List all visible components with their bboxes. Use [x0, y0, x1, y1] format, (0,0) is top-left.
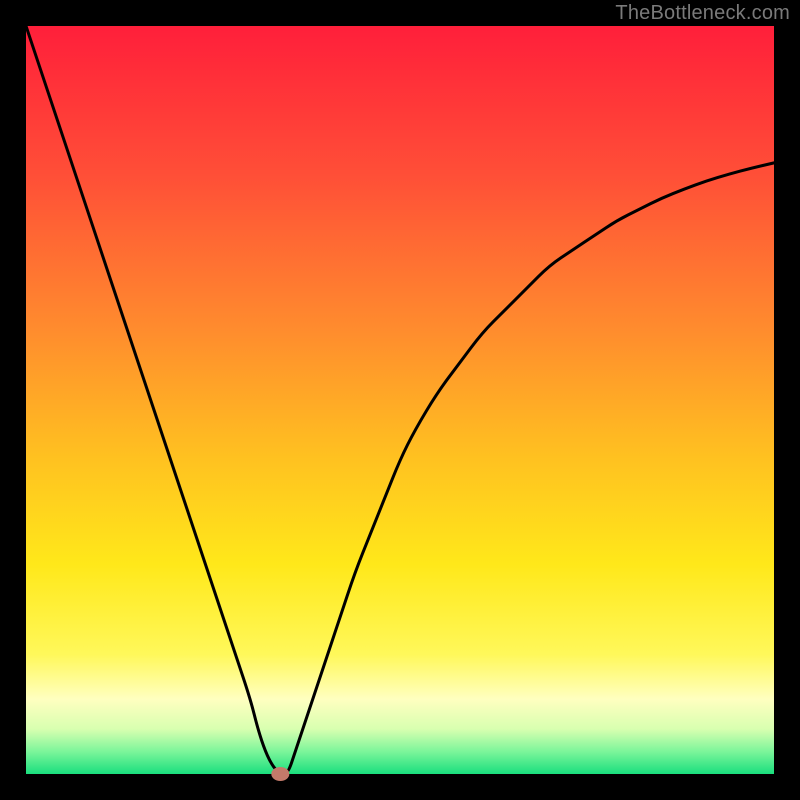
bottleneck-chart: [0, 0, 800, 800]
chart-container: TheBottleneck.com: [0, 0, 800, 800]
optimal-point-marker: [271, 767, 289, 781]
plot-area: [26, 26, 774, 774]
attribution-text: TheBottleneck.com: [615, 2, 790, 25]
